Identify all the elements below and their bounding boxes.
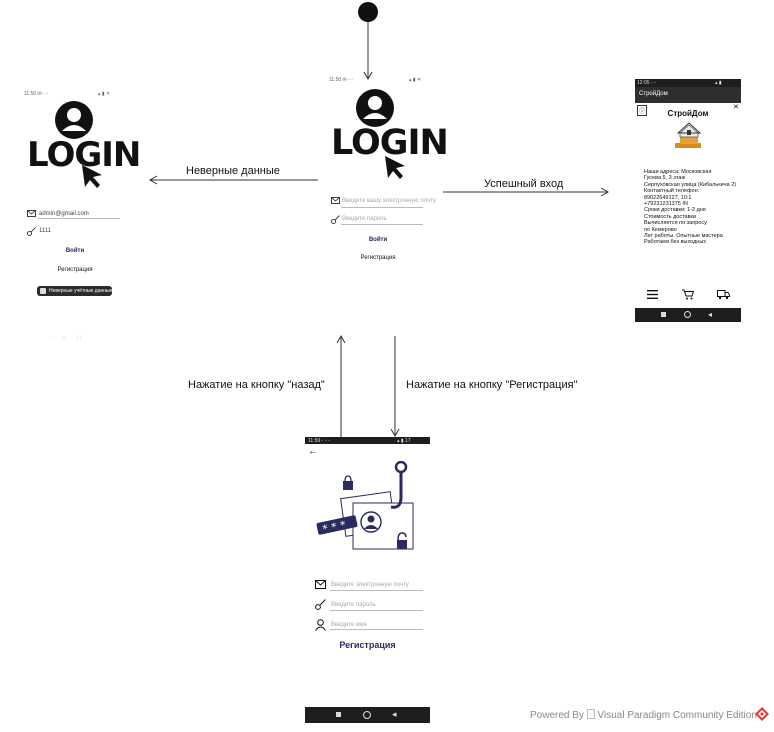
email-icon (331, 197, 340, 204)
edge-label-register: Нажатие на кнопку "Регистрация" (406, 379, 578, 391)
email-underline (38, 218, 120, 219)
vp-small-icon (586, 709, 595, 719)
powered-by-text: Powered By (530, 710, 584, 721)
recents-icon[interactable] (336, 712, 341, 717)
status-icons: ▴ ▮ 17 (397, 438, 411, 444)
email-field[interactable]: Введите электронную почту (331, 582, 409, 588)
shop-screen: 12:05 ◦ ◦ ▴ ▮ СтройДом ⓘ ✕ СтройДом Наши… (635, 79, 741, 322)
register-link[interactable]: Регистрация (325, 255, 431, 261)
user-avatar-icon (54, 100, 94, 140)
back-icon[interactable]: ◂ (708, 310, 712, 319)
truck-icon[interactable] (717, 289, 730, 300)
person-icon (315, 619, 326, 631)
register-link[interactable]: Регистрация (22, 267, 128, 273)
app-icon (40, 288, 46, 294)
vp-logo-icon (755, 707, 769, 721)
status-bar: 11:59 ◦ ◦ ◦ ▴ ▮ 17 (305, 437, 430, 444)
email-field[interactable]: Введите вашу электронную почту (342, 198, 436, 204)
phishing-illustration: * * * (309, 461, 425, 565)
login-button[interactable]: Войти (22, 248, 128, 254)
status-bar-left: 11:50 ✉ ◦ ◦ (24, 91, 49, 97)
status-time: 11:59 ◦ ◦ ◦ (308, 438, 330, 444)
toast-text: Неверные учётные данные (49, 288, 113, 294)
svg-text:* * *: * * * (321, 518, 347, 536)
home-icon[interactable] (363, 711, 371, 719)
password-underline (341, 224, 423, 225)
nav-hints: ◦ ○ ◁ (50, 335, 81, 341)
name-field[interactable]: Введите имя (331, 622, 367, 628)
cursor-icon (80, 163, 106, 189)
status-bar: 12:05 ◦ ◦ ▴ ▮ (635, 79, 741, 87)
back-icon[interactable]: ◂ (392, 709, 397, 720)
login-button[interactable]: Войти (325, 237, 431, 243)
error-screen: 11:50 ✉ ◦ ◦ ▴ ▮ ✕ LOGIN admin@gmail.com … (22, 90, 141, 345)
shop-info: Наши адреса: Московская Гусева 5, 3 этаж… (644, 169, 739, 246)
home-icon[interactable] (684, 311, 691, 318)
user-avatar-icon (355, 88, 395, 128)
email-field[interactable]: admin@gmail.com (39, 211, 89, 217)
recents-icon[interactable] (661, 312, 666, 317)
edge-label-wrong-data: Неверные данные (186, 165, 280, 177)
back-arrow-icon[interactable]: ← (308, 446, 318, 457)
watermark: Powered By Visual Paradigm Community Edi… (530, 709, 757, 721)
cursor-icon (383, 154, 409, 180)
status-bar-left: 11:50 ✉ ◦ ◦ (329, 77, 354, 83)
password-field[interactable]: Введите пароль (342, 216, 387, 222)
error-toast: Неверные учётные данные (37, 286, 112, 296)
login-screen: 11:50 ✉ ◦ ◦ ▴ ▮ ✕ LOGIN Введите вашу эле… (325, 76, 449, 276)
status-icons: ▴ ▮ (715, 80, 722, 86)
email-underline (330, 590, 423, 591)
email-icon (315, 580, 326, 589)
status-time: 12:05 ◦ ◦ (637, 80, 656, 86)
info-line: Работаем без выходных (644, 239, 707, 246)
password-field[interactable]: 1111 (39, 228, 51, 234)
key-icon (331, 215, 340, 224)
email-underline (341, 207, 423, 208)
name-underline (330, 629, 423, 630)
app-title: СтройДом (639, 91, 668, 97)
app-bar: СтройДом (635, 87, 741, 103)
register-screen: 11:59 ◦ ◦ ◦ ▴ ▮ 17 ← * * * Введите элект… (305, 437, 430, 723)
email-icon (27, 210, 36, 217)
register-button[interactable]: Регистрация (305, 640, 430, 650)
status-bar-right: ▴ ▮ ✕ (409, 77, 422, 83)
key-icon (27, 227, 36, 236)
brand-title: СтройДом (667, 109, 709, 118)
edge-label-success: Успешный вход (484, 178, 564, 190)
house-logo-icon (671, 121, 703, 151)
password-field[interactable]: Введите пароль (331, 602, 376, 608)
menu-icon[interactable] (647, 290, 658, 299)
cart-icon[interactable] (682, 289, 694, 300)
system-nav-bar: ◂ (305, 707, 430, 723)
status-bar-right: ▴ ▮ ✕ (98, 91, 111, 97)
edition-text: Visual Paradigm Community Edition (597, 710, 757, 721)
edge-label-back: Нажатие на кнопку "назад" (188, 379, 325, 391)
key-icon (315, 599, 326, 610)
system-nav-bar: ◂ (635, 308, 741, 322)
password-underline (330, 610, 423, 611)
